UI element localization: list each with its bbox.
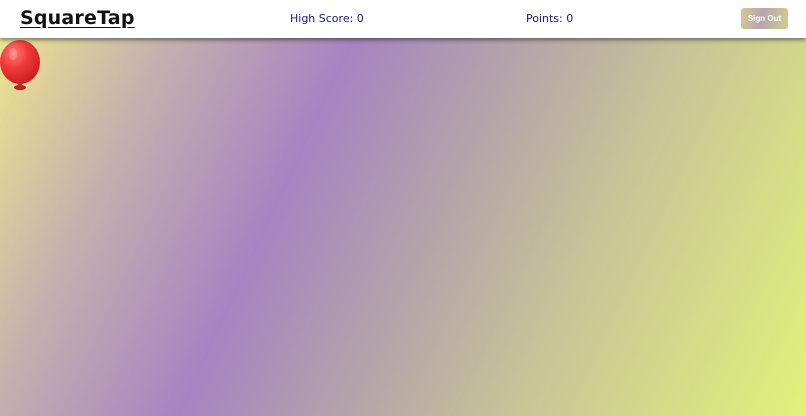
points-display: Points: 0 [526,12,574,25]
balloon-icon[interactable] [0,40,42,92]
sign-out-button[interactable]: Sign Out [741,8,788,29]
top-nav-bar: SquareTap High Score: 0 Points: 0 Sign O… [0,0,806,38]
game-page: SquareTap High Score: 0 Points: 0 Sign O… [0,0,806,416]
high-score-display: High Score: 0 [290,12,364,25]
game-board[interactable] [0,38,806,416]
app-logo[interactable]: SquareTap [20,7,135,29]
